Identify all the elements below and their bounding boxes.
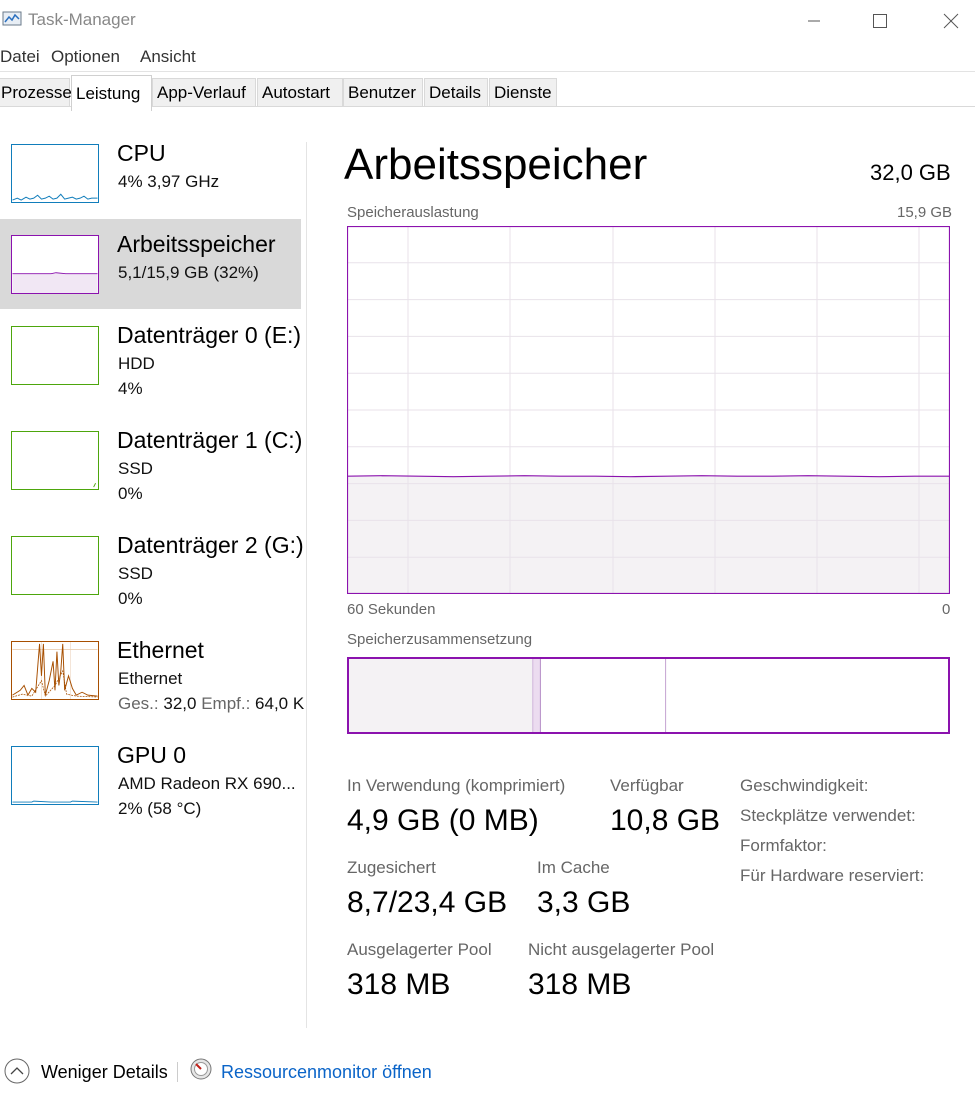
- hardware-reserved-label: Für Hardware reserviert:: [740, 866, 925, 885]
- chevron-up-icon[interactable]: [4, 1058, 30, 1084]
- sidebar-disk0-usage: 4%: [118, 379, 143, 398]
- menu-datei[interactable]: Datei: [0, 47, 40, 67]
- sidebar-item-disk1[interactable]: Datenträger 1 (C:) SSD 0%: [0, 425, 303, 515]
- paged-pool-value: 318 MB: [347, 968, 451, 1001]
- nonpaged-pool-label: Nicht ausgelagerter Pool: [528, 940, 715, 959]
- footer-separator: [177, 1062, 178, 1082]
- tab-prozesse[interactable]: Prozesse: [0, 78, 72, 106]
- sidebar-disk2-usage: 0%: [118, 589, 143, 608]
- resource-monitor-icon: [190, 1058, 212, 1080]
- sidebar-disk1-type: SSD: [118, 459, 153, 478]
- sidebar-disk1-title: Datenträger 1 (C:): [117, 427, 303, 453]
- maximize-icon: [873, 14, 887, 28]
- tab-dienste[interactable]: Dienste: [489, 78, 557, 106]
- title-bar: Task-Manager: [0, 0, 975, 40]
- close-button[interactable]: [929, 6, 973, 36]
- sidebar-ethernet-title: Ethernet: [117, 637, 204, 663]
- disk2-thumbnail-graph: [11, 536, 99, 595]
- sidebar-memory-title: Arbeitsspeicher: [117, 231, 276, 257]
- tab-leistung[interactable]: Leistung: [71, 75, 152, 111]
- sidebar-memory-detail: 5,1/15,9 GB (32%): [118, 263, 259, 282]
- sidebar-item-disk2[interactable]: Datenträger 2 (G:) SSD 0%: [0, 530, 304, 620]
- ethernet-thumbnail-graph: [11, 641, 99, 700]
- sidebar-disk2-type: SSD: [118, 564, 153, 583]
- minimize-button[interactable]: [792, 6, 836, 36]
- gpu-thumbnail-graph: [11, 746, 99, 805]
- close-icon: [943, 13, 959, 29]
- tab-details[interactable]: Details: [424, 78, 488, 106]
- tab-app-verlauf[interactable]: App-Verlauf: [152, 78, 256, 106]
- open-resource-monitor-link[interactable]: Ressourcenmonitor öffnen: [221, 1062, 432, 1083]
- ethernet-send-label: Ges.:: [118, 694, 159, 713]
- tab-benutzer[interactable]: Benutzer: [343, 78, 423, 106]
- window-title: Task-Manager: [28, 10, 136, 29]
- sidebar-gpu-title: GPU 0: [117, 742, 187, 768]
- minimize-icon: [808, 20, 820, 22]
- ethernet-send-value: 32,0: [163, 694, 197, 713]
- menu-optionen[interactable]: Optionen: [51, 47, 120, 67]
- sidebar-cpu-detail: 4% 3,97 GHz: [118, 172, 220, 191]
- nonpaged-pool-value: 318 MB: [528, 968, 632, 1001]
- composition-label: Speicherzusammensetzung: [347, 631, 533, 648]
- slots-label: Steckplätze verwendet:: [740, 806, 916, 825]
- composition-modified: [532, 657, 541, 734]
- memory-thumbnail-graph: [11, 235, 99, 294]
- composition-in-use: [347, 657, 533, 734]
- fewer-details-button[interactable]: Weniger Details: [41, 1062, 168, 1083]
- sidebar-ethernet-adapter: Ethernet: [118, 669, 183, 688]
- axis-left-label: 60 Sekunden: [347, 601, 436, 618]
- memory-total: 32,0 GB: [870, 160, 951, 185]
- sidebar-gpu-usage: 2% (58 °C): [118, 799, 202, 818]
- form-factor-label: Formfaktor:: [740, 836, 827, 855]
- tab-bar: Prozesse Leistung App-Verlauf Autostart …: [0, 71, 975, 111]
- menu-ansicht[interactable]: Ansicht: [140, 47, 196, 67]
- sidebar-disk0-title: Datenträger 0 (E:): [117, 322, 302, 348]
- sidebar-disk0-type: HDD: [118, 354, 155, 373]
- usage-graph-max: 15,9 GB: [897, 204, 953, 221]
- sidebar-ethernet-throughput: Ges.: 32,0 Empf.: 64,0 K: [118, 694, 308, 714]
- speed-label: Geschwindigkeit:: [740, 776, 869, 795]
- usage-graph-label: Speicherauslastung: [347, 204, 479, 221]
- available-label: Verfügbar: [610, 776, 684, 795]
- page-title: Arbeitsspeicher: [344, 140, 648, 189]
- sidebar-item-ethernet[interactable]: Ethernet Ethernet Ges.: 32,0 Empf.: 64,0…: [0, 635, 304, 725]
- sidebar-item-gpu[interactable]: GPU 0 AMD Radeon RX 690... 2% (58 °C): [0, 740, 301, 830]
- paged-pool-label: Ausgelagerter Pool: [347, 940, 492, 959]
- footer: Weniger Details Ressourcenmonitor öffnen: [0, 1050, 975, 1095]
- available-value: 10,8 GB: [610, 804, 721, 837]
- sidebar-item-cpu[interactable]: CPU 4% 3,97 GHz: [0, 138, 301, 228]
- cpu-thumbnail-graph: [11, 144, 99, 203]
- ethernet-recv-value: 64,0 K: [255, 694, 305, 713]
- sidebar-gpu-model: AMD Radeon RX 690...: [118, 774, 296, 793]
- maximize-button[interactable]: [858, 6, 902, 36]
- in-use-value: 4,9 GB (0 MB): [347, 804, 539, 837]
- in-use-label: In Verwendung (komprimiert): [347, 776, 566, 795]
- sidebar-disk1-usage: 0%: [118, 484, 143, 503]
- memory-composition-bar: [347, 657, 950, 734]
- axis-right-label: 0: [942, 601, 951, 618]
- cached-value: 3,3 GB: [537, 886, 631, 919]
- sidebar-item-memory[interactable]: Arbeitsspeicher 5,1/15,9 GB (32%): [0, 219, 301, 309]
- cached-label: Im Cache: [537, 858, 610, 877]
- usage-line: [347, 475, 950, 478]
- disk0-thumbnail-graph: [11, 326, 99, 385]
- panel-divider: [306, 142, 307, 1028]
- sidebar-disk2-title: Datenträger 2 (G:): [117, 532, 304, 558]
- sidebar-item-disk0[interactable]: Datenträger 0 (E:) HDD 4%: [0, 320, 301, 410]
- tab-autostart[interactable]: Autostart: [257, 78, 343, 106]
- committed-value: 8,7/23,4 GB: [347, 886, 508, 919]
- disk1-thumbnail-graph: [11, 431, 99, 490]
- memory-usage-graph: [347, 226, 950, 594]
- usage-fill-area: [347, 476, 950, 594]
- sidebar-cpu-title: CPU: [117, 140, 166, 166]
- task-manager-icon: [2, 11, 22, 26]
- menu-bar: Datei Optionen Ansicht: [0, 44, 975, 70]
- committed-label: Zugesichert: [347, 858, 436, 877]
- ethernet-recv-label: Empf.:: [201, 694, 251, 713]
